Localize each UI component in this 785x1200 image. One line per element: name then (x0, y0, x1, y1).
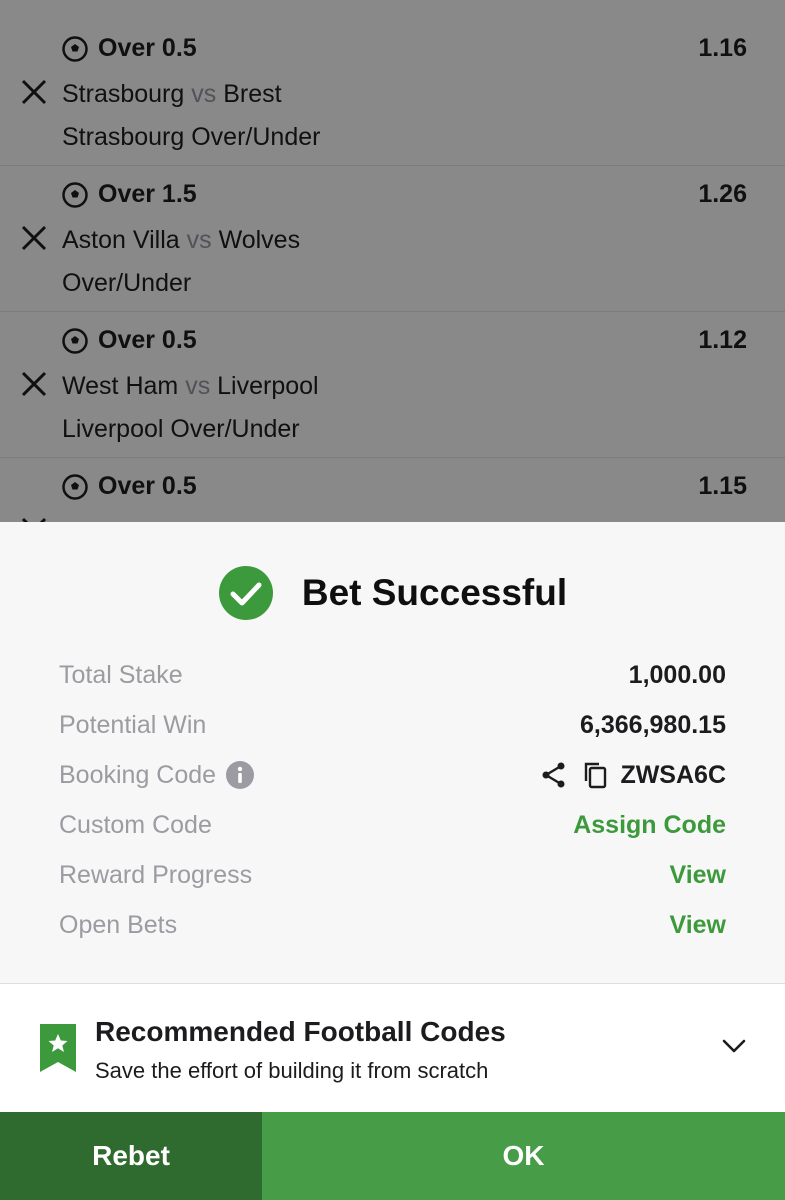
reward-progress-row: Reward Progress View (59, 850, 726, 900)
copy-icon[interactable] (582, 761, 608, 789)
booking-code-label: Booking Code (59, 760, 217, 789)
total-stake-row: Total Stake 1,000.00 (59, 650, 726, 700)
bet-summary: Total Stake 1,000.00 Potential Win 6,366… (59, 650, 726, 950)
share-icon[interactable] (540, 761, 568, 789)
reward-progress-view-link[interactable]: View (669, 861, 726, 890)
custom-code-label: Custom Code (59, 810, 212, 839)
reward-progress-label: Reward Progress (59, 860, 253, 889)
bet-success-sheet: Bet Successful Total Stake 1,000.00 Pote… (0, 522, 785, 1200)
total-stake-label: Total Stake (59, 660, 183, 689)
modal-backdrop[interactable] (0, 0, 785, 522)
star-bookmark-icon (40, 1024, 76, 1072)
potential-win-value: 6,366,980.15 (580, 710, 726, 739)
potential-win-label: Potential Win (59, 710, 207, 739)
booking-code-label-wrap: Booking Code (59, 760, 255, 790)
rebet-button[interactable]: Rebet (0, 1112, 262, 1200)
assign-code-link[interactable]: Assign Code (573, 811, 726, 840)
open-bets-row: Open Bets View (59, 900, 726, 950)
success-header: Bet Successful (0, 562, 785, 624)
booking-code-value-wrap: ZWSA6C (540, 761, 726, 790)
check-circle-icon (218, 566, 273, 620)
open-bets-view-link[interactable]: View (669, 911, 726, 940)
success-title: Bet Successful (301, 572, 568, 613)
betslip-list: Over 0.5 1.16 Strasbourg vs Brest Strasb… (0, 0, 785, 522)
recommended-title: Recommended Football Codes (95, 1016, 506, 1047)
custom-code-row: Custom Code Assign Code (59, 800, 726, 850)
potential-win-row: Potential Win 6,366,980.15 (59, 700, 726, 750)
total-stake-value: 1,000.00 (628, 660, 726, 689)
booking-code-row: Booking Code ZWSA6C (59, 750, 726, 800)
chevron-down-icon[interactable] (720, 1032, 748, 1060)
recommended-codes-panel[interactable]: Recommended Football Codes Save the effo… (0, 984, 785, 1112)
info-icon[interactable] (226, 761, 255, 789)
recommended-subtitle: Save the effort of building it from scra… (95, 1058, 489, 1083)
open-bets-label: Open Bets (59, 910, 178, 939)
ok-button[interactable]: OK (262, 1112, 785, 1200)
action-buttons: Rebet OK (0, 1112, 785, 1200)
booking-code-value[interactable]: ZWSA6C (620, 761, 726, 790)
